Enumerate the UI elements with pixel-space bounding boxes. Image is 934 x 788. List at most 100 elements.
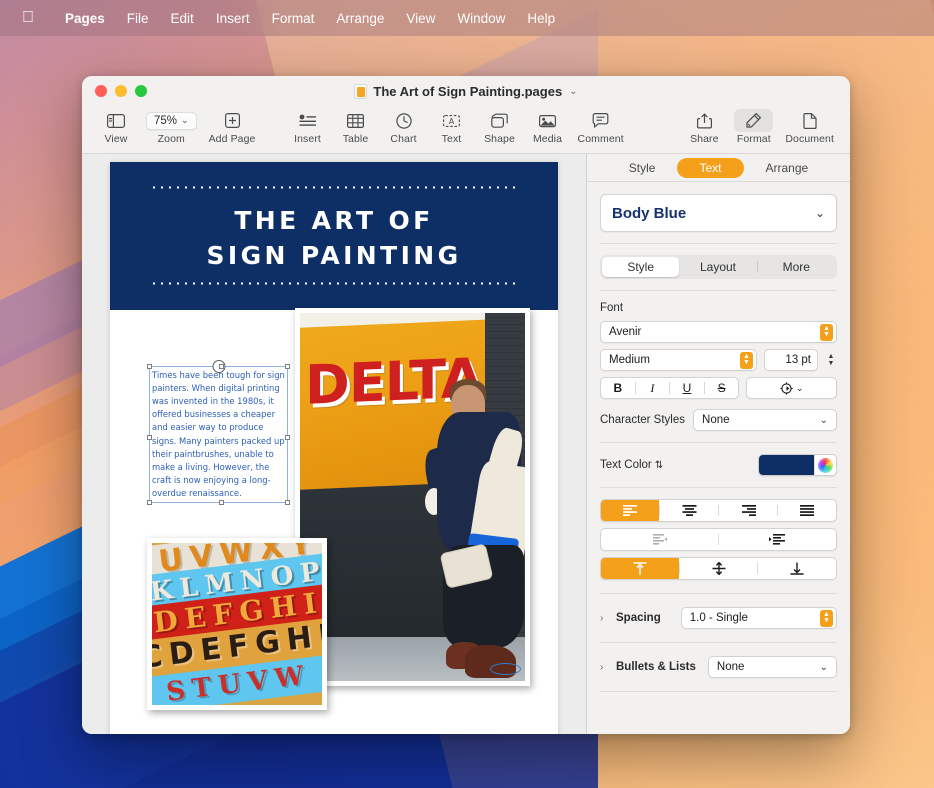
underline-button[interactable]: U bbox=[670, 381, 704, 395]
toolbar-comment-button[interactable]: Comment bbox=[572, 108, 630, 145]
maximize-button[interactable] bbox=[135, 85, 147, 97]
tab-style[interactable]: Style bbox=[607, 158, 678, 178]
insert-icon bbox=[299, 110, 317, 131]
font-size-input[interactable]: 13 pt bbox=[764, 349, 818, 371]
hero-banner[interactable]: THE ART OF SIGN PAINTING bbox=[110, 162, 558, 310]
font-weight-select[interactable]: Medium ▲▼ bbox=[600, 349, 757, 371]
bullets-select[interactable]: None ⌄ bbox=[708, 656, 837, 678]
body-text-box[interactable]: Times have been tough for sign painters.… bbox=[150, 367, 287, 502]
spacing-disclosure-icon[interactable]: › bbox=[600, 613, 612, 624]
font-size-stepper[interactable]: ▲▼ bbox=[825, 351, 837, 370]
toolbar-zoom-control[interactable]: 75% ⌄ Zoom bbox=[140, 108, 203, 145]
align-right-button[interactable] bbox=[719, 500, 777, 521]
tab-text[interactable]: Text bbox=[677, 158, 743, 178]
toolbar-format-label: Format bbox=[737, 133, 771, 145]
toolbar-view-button[interactable]: View bbox=[92, 108, 140, 145]
resize-handle-mr[interactable] bbox=[285, 435, 290, 440]
apple-menu-icon[interactable]:  bbox=[16, 10, 40, 26]
toolbar-format-button[interactable]: Format bbox=[728, 108, 779, 145]
toolbar-add-page-button[interactable]: Add Page bbox=[203, 108, 262, 145]
text-color-control[interactable] bbox=[758, 454, 837, 476]
menu-item-edit[interactable]: Edit bbox=[160, 9, 205, 28]
toolbar-share-label: Share bbox=[690, 133, 719, 145]
zoom-value: 75% bbox=[154, 115, 177, 127]
toolbar-chart-button[interactable]: Chart bbox=[380, 108, 428, 145]
hero-title-line2: SIGN PAINTING bbox=[110, 239, 558, 274]
divider bbox=[600, 642, 837, 643]
toolbar-text-button[interactable]: A Text bbox=[428, 108, 476, 145]
svg-text:A: A bbox=[449, 117, 455, 126]
menu-item-file[interactable]: File bbox=[116, 9, 160, 28]
font-family-value: Avenir bbox=[609, 326, 641, 338]
zoom-select[interactable]: 75% ⌄ bbox=[146, 112, 197, 130]
toolbar-share-button[interactable]: Share bbox=[680, 108, 728, 145]
menu-item-format[interactable]: Format bbox=[261, 9, 326, 28]
menu-item-view[interactable]: View bbox=[395, 9, 446, 28]
toolbar-table-label: Table bbox=[343, 133, 369, 145]
menu-item-window[interactable]: Window bbox=[446, 9, 516, 28]
bullets-disclosure-icon[interactable]: › bbox=[600, 662, 612, 673]
minimize-button[interactable] bbox=[115, 85, 127, 97]
chevron-down-icon[interactable]: ⌄ bbox=[569, 86, 577, 97]
toolbar-table-button[interactable]: Table bbox=[332, 108, 380, 145]
resize-handle-bl[interactable] bbox=[147, 500, 152, 505]
stepper-icon[interactable]: ▲▼ bbox=[740, 352, 753, 369]
resize-handle-tl[interactable] bbox=[147, 364, 152, 369]
toolbar-document-button[interactable]: Document bbox=[779, 108, 840, 145]
text-color-stepper-icon[interactable]: ⇅ bbox=[655, 460, 663, 471]
align-bottom-button[interactable] bbox=[758, 558, 836, 579]
align-center-button[interactable] bbox=[660, 500, 718, 521]
menu-item-help[interactable]: Help bbox=[516, 9, 566, 28]
subtab-more[interactable]: More bbox=[758, 257, 835, 277]
document-page[interactable]: THE ART OF SIGN PAINTING DELTA bbox=[110, 162, 558, 734]
font-family-select[interactable]: Avenir ▲▼ bbox=[600, 321, 837, 343]
tab-arrange[interactable]: Arrange bbox=[744, 158, 831, 178]
paragraph-style-select[interactable]: Body Blue ⌄ bbox=[600, 194, 837, 232]
spacing-label: Spacing bbox=[616, 612, 661, 624]
font-size-value: 13 pt bbox=[785, 354, 811, 366]
resize-handle-br[interactable] bbox=[285, 500, 290, 505]
font-options-button[interactable]: ⌄ bbox=[746, 377, 837, 399]
menu-item-arrange[interactable]: Arrange bbox=[325, 9, 395, 28]
hero-title: THE ART OF SIGN PAINTING bbox=[110, 204, 558, 273]
stepper-icon[interactable]: ▲▼ bbox=[820, 324, 833, 341]
resize-handle-ml[interactable] bbox=[147, 435, 152, 440]
alphabet-letters-photo[interactable]: UVWXY KLMNOP DEFGHI CDEFGHI STUVW bbox=[147, 538, 327, 710]
sign-painter-photo[interactable]: DELTA bbox=[295, 308, 530, 686]
text-color-swatch[interactable] bbox=[759, 455, 814, 475]
menu-item-pages[interactable]: Pages bbox=[54, 9, 116, 28]
strikethrough-button[interactable]: S bbox=[705, 381, 739, 395]
decrease-indent-button[interactable] bbox=[601, 529, 718, 550]
stepper-icon[interactable]: ▲▼ bbox=[820, 610, 833, 627]
resize-handle-tc[interactable] bbox=[219, 364, 224, 369]
resize-handle-bc[interactable] bbox=[219, 500, 224, 505]
spacing-select[interactable]: 1.0 - Single ▲▼ bbox=[681, 607, 837, 629]
bold-button[interactable]: B bbox=[601, 381, 635, 395]
character-styles-select[interactable]: None ⌄ bbox=[693, 409, 837, 431]
align-top-button[interactable] bbox=[601, 558, 679, 579]
text-icon: A bbox=[443, 110, 460, 131]
format-sidebar: Style Text Arrange Body Blue ⌄ Style Lay… bbox=[587, 154, 850, 734]
increase-indent-button[interactable] bbox=[719, 529, 836, 550]
align-justify-button[interactable] bbox=[778, 500, 836, 521]
hero-title-line1: THE ART OF bbox=[110, 204, 558, 239]
close-button[interactable] bbox=[95, 85, 107, 97]
gear-icon bbox=[780, 382, 793, 395]
toolbar-add-page-label: Add Page bbox=[209, 133, 256, 145]
resize-handle-tr[interactable] bbox=[285, 364, 290, 369]
toolbar-insert-button[interactable]: Insert bbox=[284, 108, 332, 145]
toolbar-chart-label: Chart bbox=[390, 133, 416, 145]
menu-item-insert[interactable]: Insert bbox=[205, 9, 261, 28]
toolbar-media-button[interactable]: Media bbox=[524, 108, 572, 145]
subtab-layout[interactable]: Layout bbox=[679, 257, 756, 277]
document-canvas[interactable]: THE ART OF SIGN PAINTING DELTA bbox=[82, 154, 587, 734]
toolbar-shape-button[interactable]: Shape bbox=[476, 108, 524, 145]
pages-window: The Art of Sign Painting.pages ⌄ View 75… bbox=[82, 76, 850, 734]
align-left-button[interactable] bbox=[601, 500, 659, 521]
subtab-style[interactable]: Style bbox=[602, 257, 679, 277]
align-middle-button[interactable] bbox=[680, 558, 758, 579]
document-icon bbox=[803, 110, 817, 131]
color-wheel-button[interactable] bbox=[814, 454, 836, 476]
character-styles-value: None bbox=[702, 414, 730, 426]
italic-button[interactable]: I bbox=[636, 381, 670, 396]
